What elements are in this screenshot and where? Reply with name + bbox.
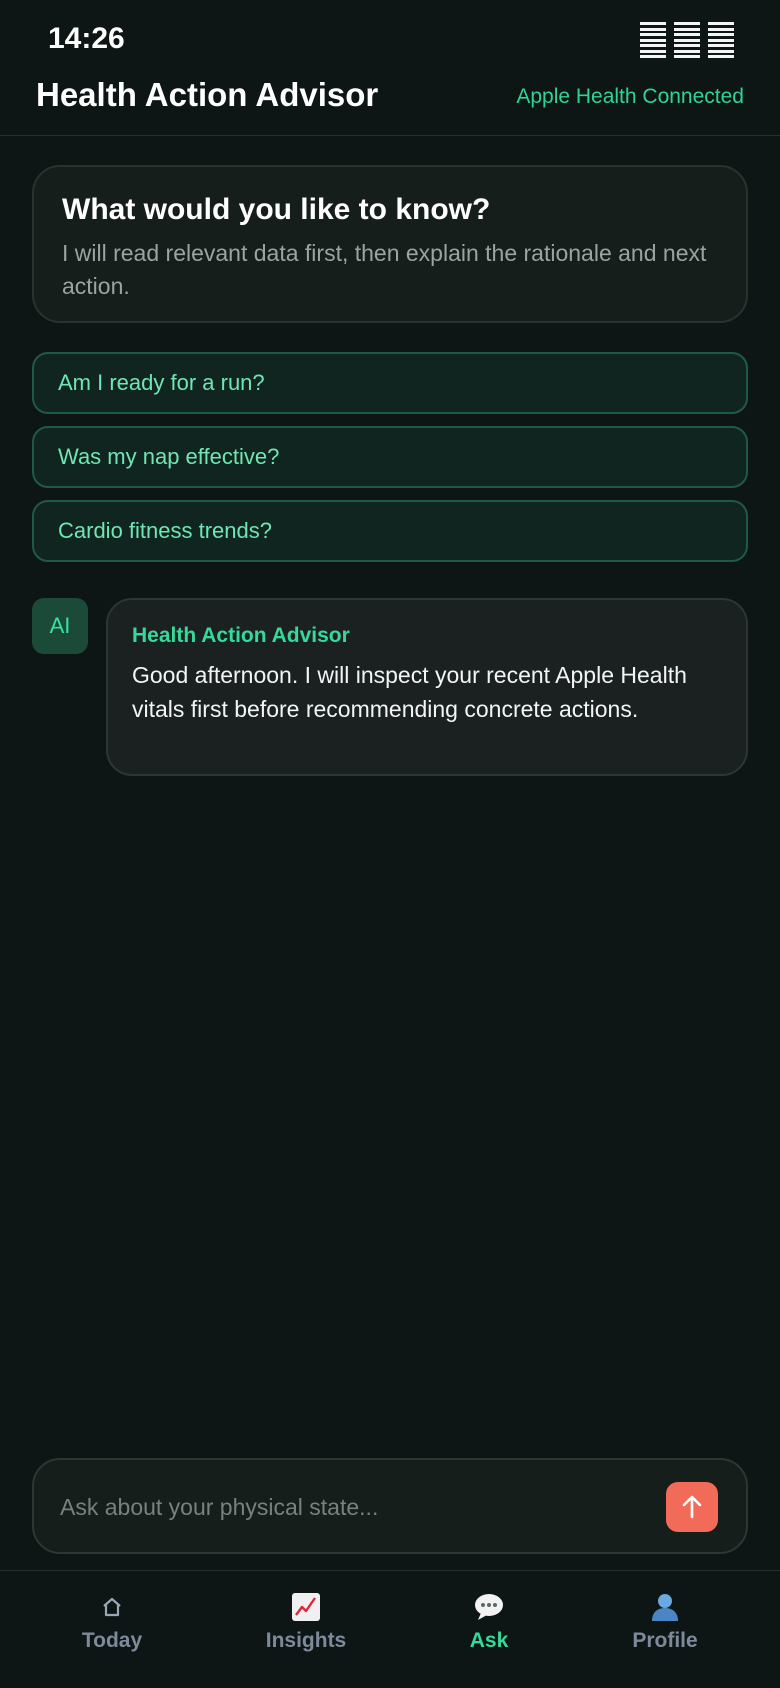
tab-insights[interactable]: Insights xyxy=(226,1589,386,1669)
send-button[interactable] xyxy=(666,1482,718,1532)
message-text: Good afternoon. I will inspect your rece… xyxy=(132,662,687,722)
status-icons xyxy=(640,22,734,58)
tab-bar: Today Insights Ask Profile xyxy=(0,1570,780,1688)
speech-bubble-icon xyxy=(473,1589,505,1625)
message-composer xyxy=(32,1458,748,1554)
tab-profile[interactable]: Profile xyxy=(585,1589,745,1669)
status-time: 14:26 xyxy=(48,22,125,55)
tab-label: Ask xyxy=(469,1629,509,1652)
home-icon xyxy=(101,1589,123,1625)
suggestion-nap-effectiveness[interactable]: Was my nap effective? xyxy=(32,426,748,488)
app-title: Health Action Advisor xyxy=(36,76,379,113)
suggestion-label: Was my nap effective? xyxy=(58,444,280,469)
ai-avatar: AI xyxy=(32,598,88,654)
suggestion-cardio-trends[interactable]: Cardio fitness trends? xyxy=(32,500,748,562)
suggestion-label: Am I ready for a run? xyxy=(58,370,265,395)
tab-label: Profile xyxy=(632,1629,698,1652)
prompt-card: What would you like to know? I will read… xyxy=(32,165,748,323)
chart-icon xyxy=(291,1589,321,1625)
signal-icon xyxy=(640,22,666,58)
arrow-up-icon xyxy=(682,1495,702,1519)
app-header: Health Action Advisor Apple Health Conne… xyxy=(0,76,780,136)
message-sender: Health Action Advisor xyxy=(132,624,350,647)
suggestion-run-readiness[interactable]: Am I ready for a run? xyxy=(32,352,748,414)
prompt-subtitle: I will read relevant data first, then ex… xyxy=(62,240,707,299)
suggestion-label: Cardio fitness trends? xyxy=(58,518,272,543)
battery-icon xyxy=(708,22,734,58)
message-input[interactable] xyxy=(60,1484,640,1530)
wifi-icon xyxy=(674,22,700,58)
tab-label: Insights xyxy=(265,1629,347,1652)
tab-today[interactable]: Today xyxy=(32,1589,192,1669)
prompt-title: What would you like to know? xyxy=(62,193,491,226)
status-bar: 14:26 xyxy=(0,0,780,76)
tab-label: Today xyxy=(81,1629,143,1652)
connection-status: Apple Health Connected xyxy=(516,85,744,108)
assistant-message: Health Action Advisor Good afternoon. I … xyxy=(106,598,748,776)
tab-ask[interactable]: Ask xyxy=(409,1589,569,1669)
person-icon xyxy=(650,1589,680,1625)
